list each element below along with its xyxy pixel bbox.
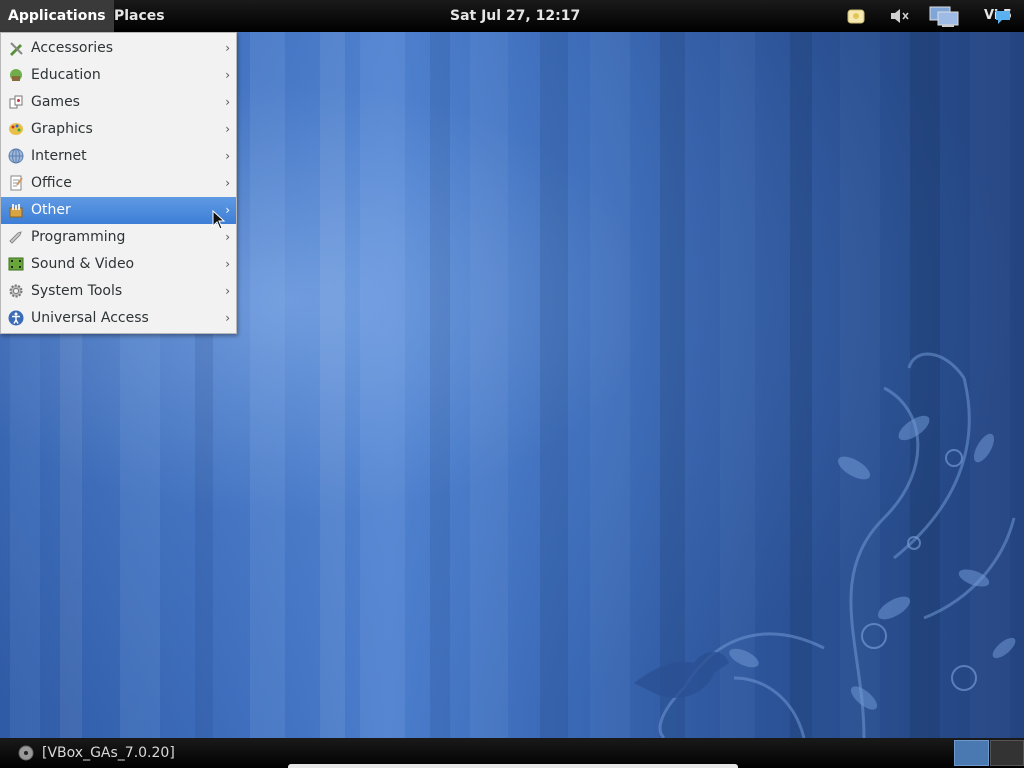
taskbar-item-vbox[interactable]: [VBox_GAs_7.0.20] [12, 738, 175, 768]
clock[interactable]: Sat Jul 27, 12:17 [450, 0, 580, 32]
menu-item-universal-access[interactable]: Universal Access › [1, 305, 236, 332]
workspace-switcher-1[interactable] [954, 740, 989, 766]
graphics-icon [9, 123, 23, 135]
education-icon [10, 69, 22, 81]
menu-item-label: System Tools [31, 283, 123, 299]
submenu-arrow-icon: › [225, 284, 230, 298]
menu-item-label: Internet [31, 148, 87, 164]
submenu-arrow-icon: › [225, 257, 230, 271]
accessories-icon [10, 42, 23, 56]
games-icon [9, 95, 23, 109]
workspace-switcher-2[interactable] [990, 740, 1024, 766]
menu-item-label: Sound & Video [31, 256, 135, 272]
menu-item-education[interactable]: Education › [1, 62, 236, 89]
applications-menu: Accessories › Education › Games › Graphi… [0, 32, 237, 334]
submenu-arrow-icon: › [225, 95, 230, 109]
programming-icon [9, 231, 22, 244]
submenu-arrow-icon: › [225, 176, 230, 190]
cd-disc-icon [18, 745, 34, 761]
office-icon [10, 175, 23, 191]
menu-item-programming[interactable]: Programming › [1, 224, 236, 251]
applications-menu-button[interactable]: Applications [0, 0, 114, 32]
menu-item-label: Office [31, 175, 72, 191]
message-tray-handle[interactable] [288, 764, 738, 768]
submenu-arrow-icon: › [225, 41, 230, 55]
menu-item-system-tools[interactable]: System Tools › [1, 278, 236, 305]
notification-icon[interactable] [846, 5, 866, 27]
menu-item-label: Graphics [31, 121, 93, 137]
menu-item-other[interactable]: Other › [1, 197, 236, 224]
menu-item-label: Education [31, 67, 101, 83]
mouse-pointer-icon [212, 210, 226, 230]
other-icon [9, 204, 23, 218]
submenu-arrow-icon: › [225, 68, 230, 82]
menu-item-accessories[interactable]: Accessories › [1, 35, 236, 62]
internet-icon [8, 148, 24, 164]
menu-item-sound-video[interactable]: Sound & Video › [1, 251, 236, 278]
volume-muted-icon[interactable] [888, 5, 910, 27]
menu-item-internet[interactable]: Internet › [1, 143, 236, 170]
submenu-arrow-icon: › [225, 311, 230, 325]
chat-bubble-icon[interactable] [994, 5, 1012, 27]
top-panel: Applications Places Sat Jul 27, 12:17 Vi… [0, 0, 1024, 32]
menu-item-graphics[interactable]: Graphics › [1, 116, 236, 143]
system-tools-icon [9, 284, 23, 298]
sound-video-icon [8, 257, 24, 271]
wallpaper-floral-swirl [634, 352, 1016, 738]
submenu-arrow-icon: › [225, 149, 230, 163]
network-icon[interactable] [928, 5, 962, 27]
menu-item-label: Universal Access [31, 310, 149, 326]
taskbar-item-label: [VBox_GAs_7.0.20] [42, 745, 175, 761]
menu-item-label: Accessories [31, 40, 114, 56]
places-menu-button[interactable]: Places [106, 0, 173, 32]
menu-item-label: Games [31, 94, 80, 110]
submenu-arrow-icon: › [225, 122, 230, 136]
universal-access-icon [8, 310, 24, 326]
menu-item-games[interactable]: Games › [1, 89, 236, 116]
menu-item-label: Other [31, 202, 71, 218]
menu-item-office[interactable]: Office › [1, 170, 236, 197]
menu-item-label: Programming [31, 229, 126, 245]
